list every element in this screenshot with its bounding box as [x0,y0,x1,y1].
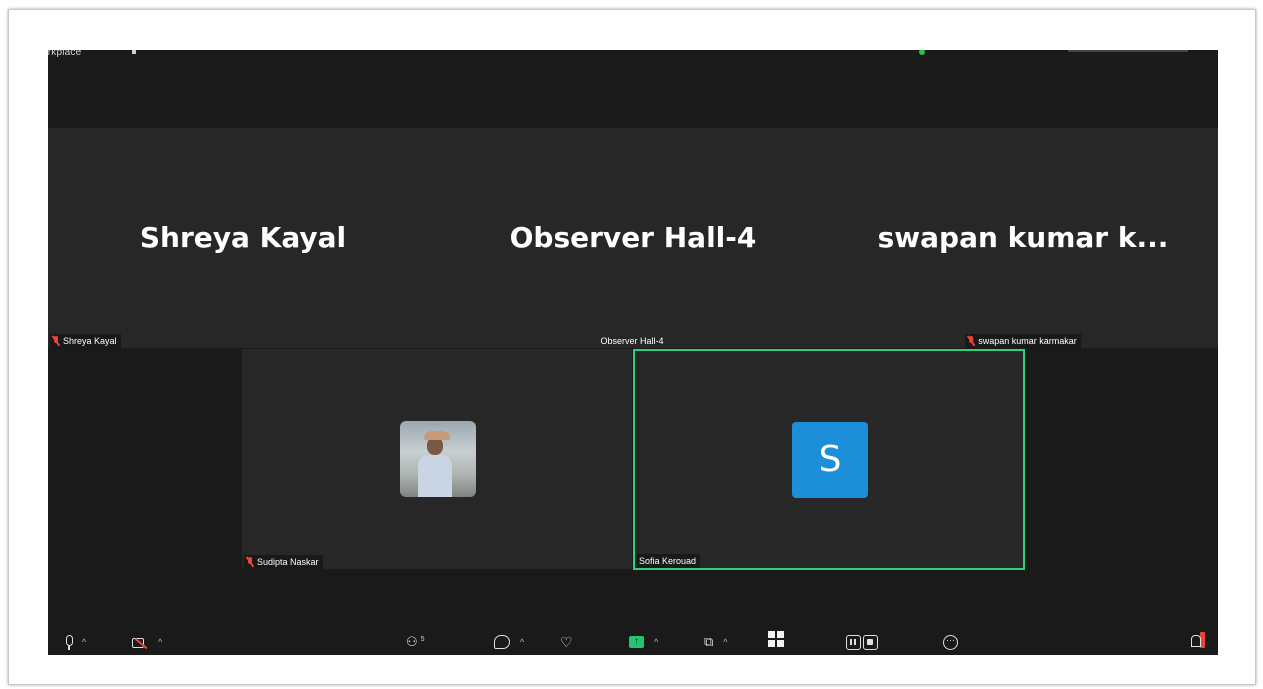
heart-icon: ♡ [560,633,573,650]
participant-display-name: Shreya Kayal [139,221,347,254]
active-speaker-tile[interactable]: S Sofia Kerouad [633,349,1025,570]
participant-label-text: swapan kumar karmakar [978,336,1077,346]
connection-status-icon [919,50,925,55]
apps-icon: ⧉ [704,634,714,649]
share-screen-button[interactable]: ↑ ^ [629,634,658,650]
participant-label-text: Sudipta Naskar [257,557,319,567]
participant-display-name: swapan kumar k... [877,221,1169,254]
mic-muted-icon [52,336,60,346]
mic-muted-icon [246,557,254,567]
participant-label-text: Sofia Kerouad [639,556,697,566]
participants-count: 5 [420,635,425,643]
window-title: orkplace [48,50,82,58]
camera-off-icon [132,637,148,648]
mic-muted-icon [967,336,975,346]
grid-view-icon [768,631,784,647]
audio-button[interactable]: ^ [64,634,86,650]
status-indicator-icon [132,50,136,54]
react-button[interactable]: ♡ [560,634,573,650]
participant-name-label: Sudipta Naskar [244,555,323,569]
participant-tile[interactable]: Shreya Kayal Shreya Kayal [48,128,438,348]
participant-avatar-initial: S [792,422,868,498]
participant-tile[interactable]: swapan kumar k... swapan kumar karmakar [828,128,1218,348]
participant-tile[interactable]: Observer Hall-4 Observer Hall-4 [438,128,828,348]
apps-options-chevron-icon[interactable]: ^ [723,637,727,647]
record-icon [846,634,880,650]
title-bar: orkplace [48,50,1218,62]
participant-avatar-photo [400,421,476,497]
video-options-chevron-icon[interactable]: ^ [158,637,162,647]
participant-name-label: Sofia Kerouad [637,554,701,568]
participant-name-label: swapan kumar karmakar [965,334,1081,348]
chat-button[interactable]: ^ [494,634,524,650]
participant-tile[interactable]: Sudipta Naskar [242,349,632,569]
gallery-bottom-row: Sudipta Naskar S Sofia Kerouad [242,349,1025,570]
apps-button[interactable]: ⧉ ^ [704,634,728,650]
share-screen-icon: ↑ [629,636,644,648]
more-icon: ··· [943,634,958,650]
participants-icon: ⚇ [406,634,418,649]
record-button[interactable] [846,634,880,650]
gallery-top-row: Shreya Kayal Shreya Kayal Observer Hall-… [48,128,1218,348]
view-button[interactable] [768,631,784,647]
avatar-figure-body [418,455,452,497]
more-button[interactable]: ··· [943,634,958,650]
meeting-window: orkplace Shreya Kayal Shreya Kayal Obser… [48,50,1218,655]
share-options-chevron-icon[interactable]: ^ [654,637,658,647]
participant-name-label: Observer Hall-4 [598,334,667,348]
leave-icon [1191,632,1205,648]
chat-icon [494,635,510,649]
meeting-toolbar: ^ ^ ⚇ 5 ^ ♡ ↑ ^ ⧉ ^ ··· [48,627,1218,655]
participant-label-text: Observer Hall-4 [600,336,664,346]
audio-options-chevron-icon[interactable]: ^ [82,637,86,647]
participant-name-label: Shreya Kayal [50,334,121,348]
window-controls[interactable] [1068,50,1188,52]
avatar-figure-cap [424,431,450,440]
microphone-icon [64,635,73,650]
video-button[interactable]: ^ [132,634,162,650]
leave-button[interactable] [1191,632,1205,648]
participant-label-text: Shreya Kayal [63,336,117,346]
participant-display-name: Observer Hall-4 [509,221,757,254]
chat-options-chevron-icon[interactable]: ^ [520,637,524,647]
participants-button[interactable]: ⚇ 5 [406,634,425,650]
